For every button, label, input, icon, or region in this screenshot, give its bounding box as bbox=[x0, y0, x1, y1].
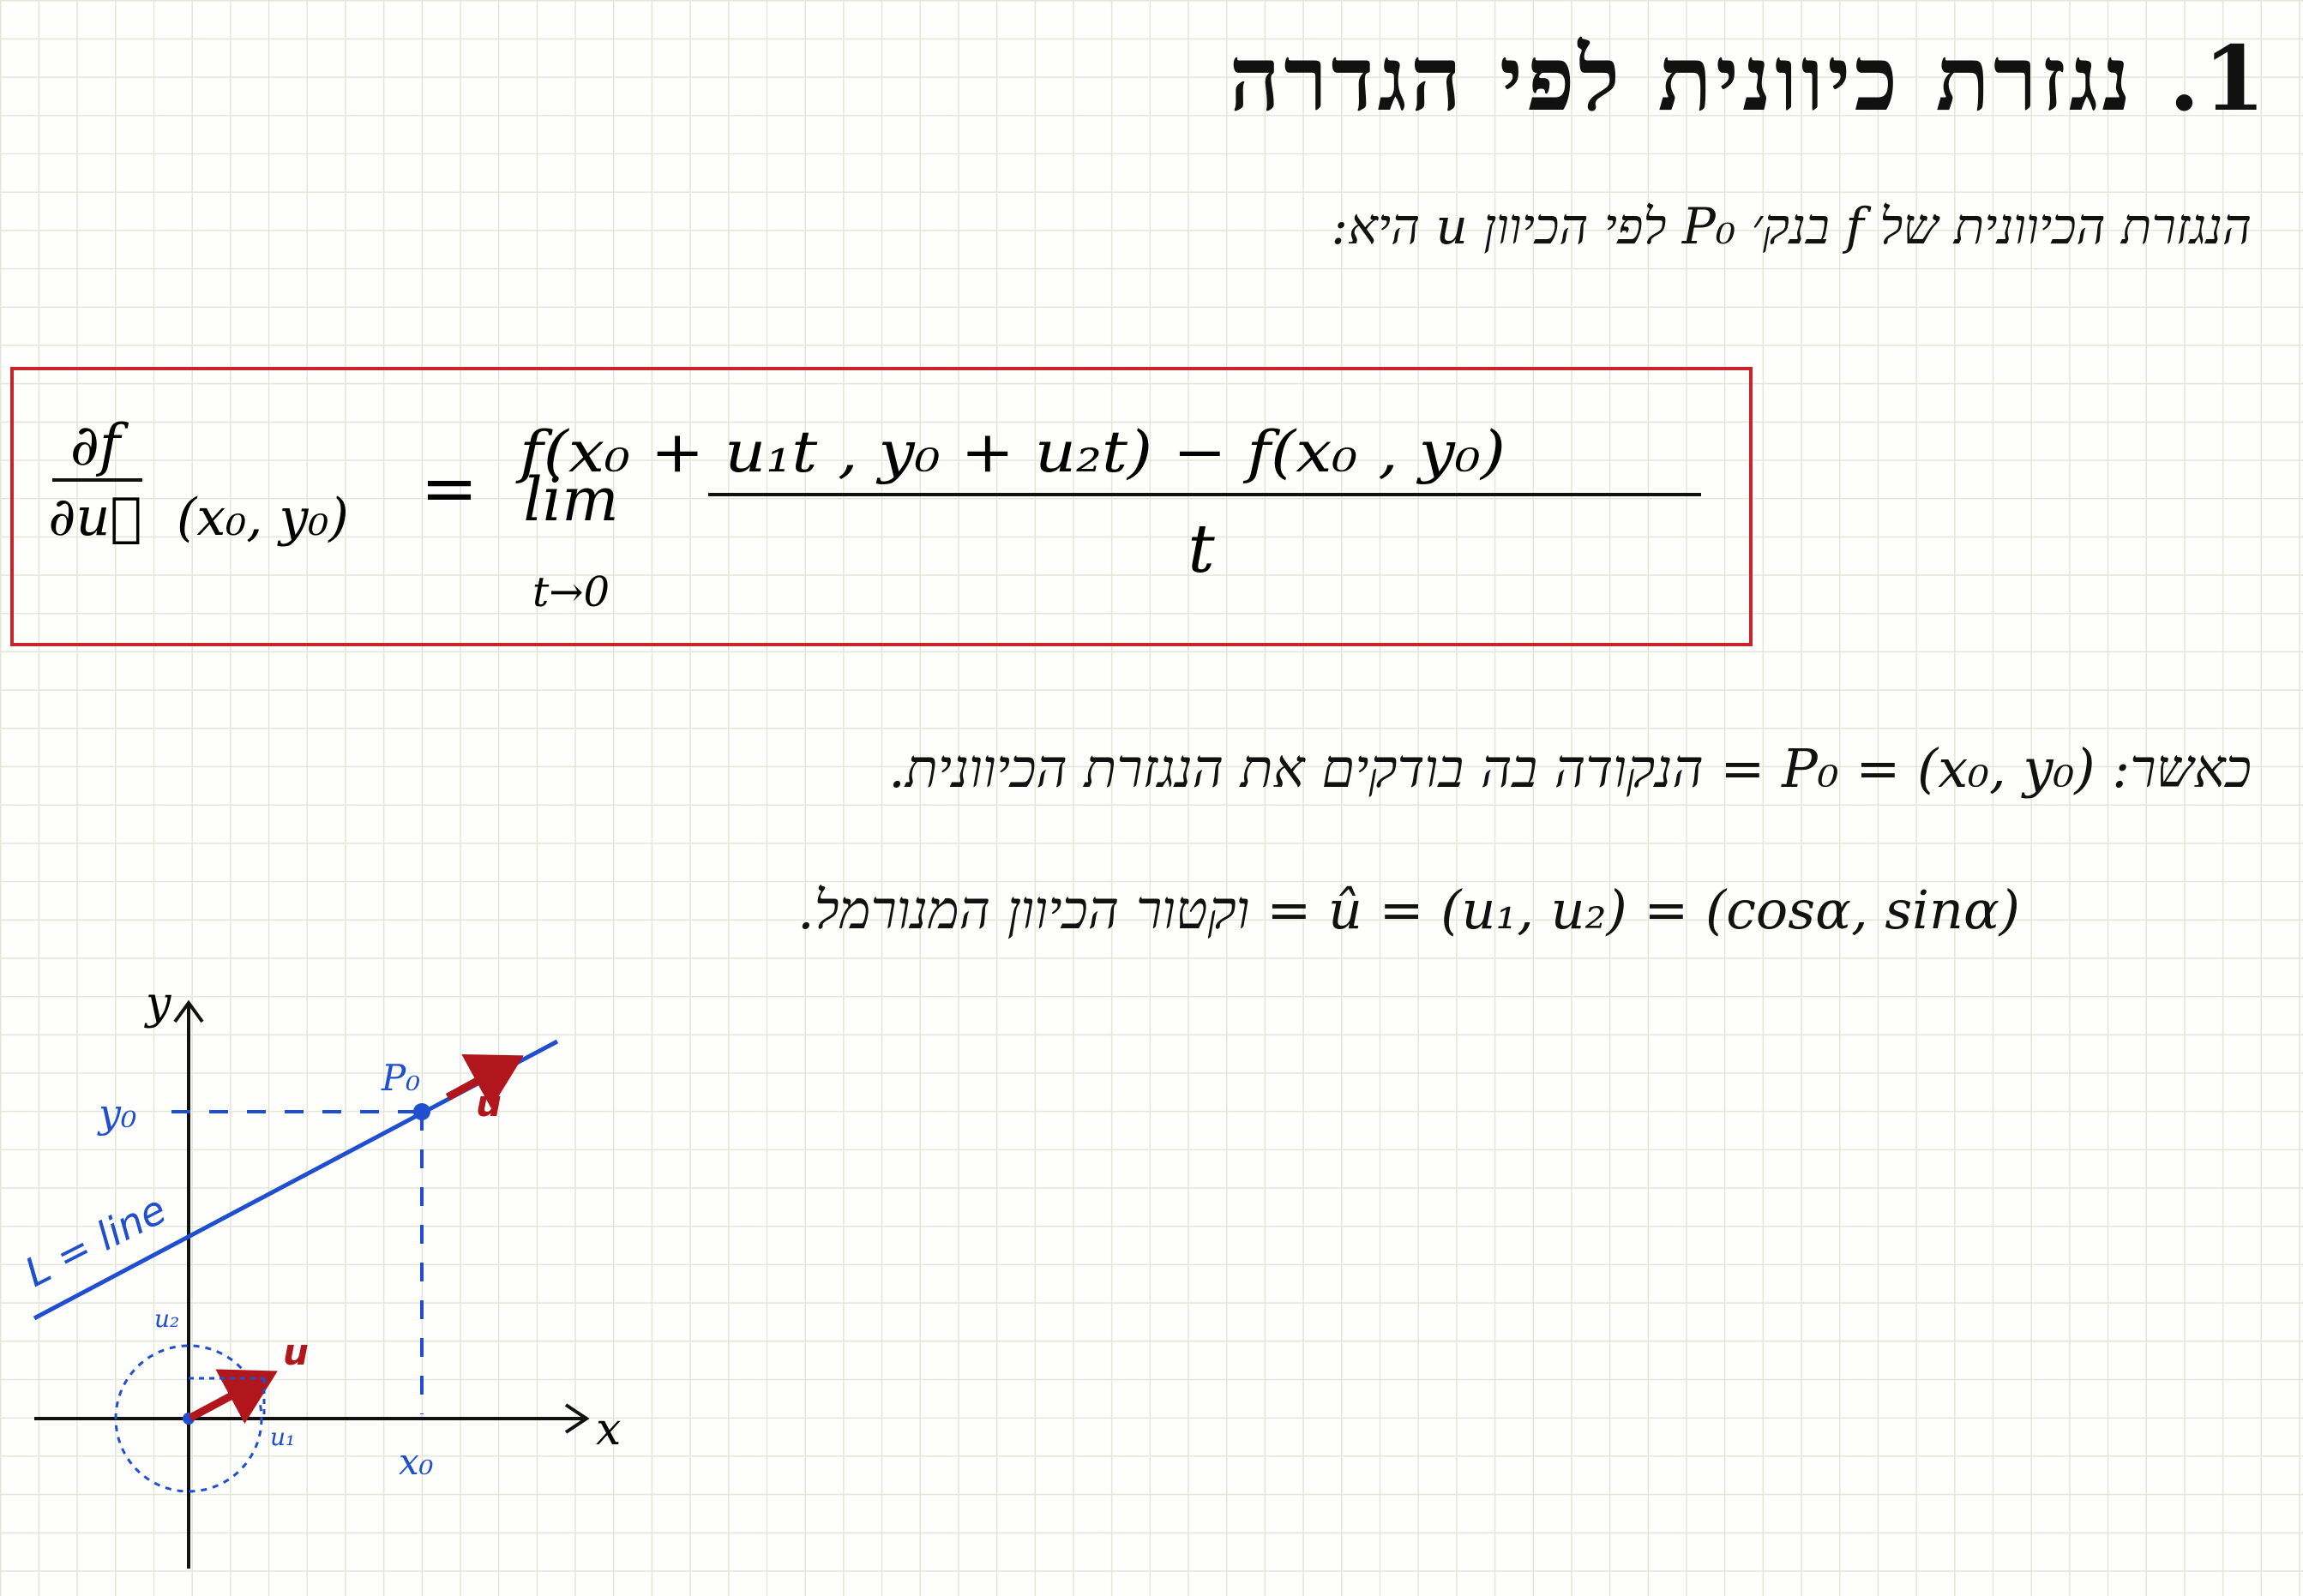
lim-subscript: t→0 bbox=[532, 568, 610, 616]
difference-quotient-numerator: f(x₀ + u₁t , y₀ + u₂t) − f(x₀ , y₀) bbox=[514, 419, 1506, 485]
unit-vector-definition-line: û = (u₁, u₂) = (cosα, sinα) = וקטור הכיו… bbox=[797, 879, 2020, 941]
p0-point bbox=[413, 1103, 430, 1120]
x-axis-label: x bbox=[596, 1404, 621, 1455]
u-label-at-origin: u bbox=[283, 1331, 309, 1373]
lhs-denominator: ∂u⃗ bbox=[48, 485, 141, 548]
x0-label: x₀ bbox=[399, 1441, 434, 1483]
page-title: 1. נגזרת כיוונית לפי הגדרה bbox=[1229, 26, 2269, 131]
y-axis-label: y bbox=[144, 978, 171, 1029]
u-vector-at-origin bbox=[188, 1369, 278, 1424]
u-label-at-p0: u bbox=[476, 1083, 502, 1125]
where-definition-line: כאשר: P₀ = (x₀, y₀) = הנקודה בה בודקים א… bbox=[888, 737, 2252, 800]
formula-svg: ∂f ∂u⃗ (x₀, y₀) = lim t→0 f(x₀ + u₁t , y… bbox=[48, 412, 1701, 616]
lhs-point: (x₀, y₀) bbox=[177, 488, 349, 548]
y0-label: y₀ bbox=[97, 1090, 136, 1137]
p0-label: P₀ bbox=[381, 1057, 420, 1099]
equals-sign: = bbox=[420, 448, 478, 528]
u1-label: u₁ bbox=[270, 1423, 295, 1451]
directional-derivative-diagram: y x L = line y₀ x₀ P₀ u u u₁ u₂ bbox=[17, 978, 621, 1569]
directional-derivative-formula-box: ∂f ∂u⃗ (x₀, y₀) = lim t→0 f(x₀ + u₁t , y… bbox=[10, 367, 1753, 646]
line-label: L = line bbox=[17, 1186, 173, 1296]
intro-text: הנגזרת הכיוונית של f בנק׳ P₀ לפי הכיוון … bbox=[1331, 197, 2252, 255]
u2-label: u₂ bbox=[154, 1305, 179, 1333]
difference-quotient-denominator: t bbox=[1188, 511, 1215, 588]
lhs-numerator: ∂f bbox=[70, 412, 129, 478]
